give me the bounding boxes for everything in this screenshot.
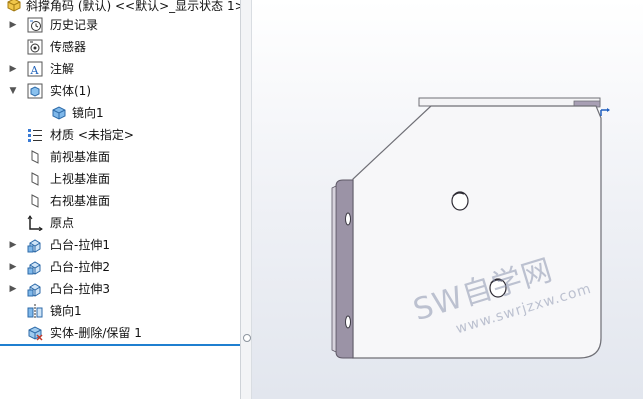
plane-icon bbox=[27, 171, 43, 187]
tree-item-body-mirror1[interactable]: 镜向1 bbox=[0, 102, 240, 124]
plane-icon bbox=[27, 149, 43, 165]
rollback-bar[interactable] bbox=[0, 344, 240, 346]
tree-item-label: 实体(1) bbox=[50, 84, 91, 98]
tree-item-annotations[interactable]: ▶ A 注解 bbox=[0, 58, 240, 80]
tree-item-label: 实体-删除/保留 1 bbox=[50, 326, 142, 340]
collapse-arrow-icon[interactable]: ▼ bbox=[8, 80, 18, 102]
solid-body-icon bbox=[51, 105, 67, 121]
tree-item-top-plane[interactable]: 上视基准面 bbox=[0, 168, 240, 190]
graphics-viewport[interactable]: SW自学网 www.swrjzxw.com bbox=[252, 0, 643, 399]
extrude-boss-icon bbox=[27, 281, 43, 297]
flange-hole-lower bbox=[345, 315, 351, 329]
tree-item-body-delete-keep[interactable]: 实体-删除/保留 1 bbox=[0, 322, 240, 344]
splitter-grip-icon[interactable] bbox=[243, 334, 251, 342]
tree-item-label: 凸台-拉伸3 bbox=[50, 282, 110, 296]
body-delete-keep-icon bbox=[27, 325, 43, 341]
tree-item-boss-extrude3[interactable]: ▶ 凸台-拉伸3 bbox=[0, 278, 240, 300]
solid-bodies-folder-icon bbox=[27, 83, 43, 99]
tree-item-history[interactable]: ▶ 历史记录 bbox=[0, 14, 240, 36]
tree-item-label: 上视基准面 bbox=[50, 172, 111, 186]
flange-hole-upper bbox=[345, 212, 351, 226]
feature-manager-tree: 斜撑角码 (默认) <<默认>_显示状态 1> ▶ 历史记录 传感器 ▶ A 注… bbox=[0, 0, 240, 399]
left-flange-face bbox=[331, 185, 337, 353]
left-flange bbox=[335, 179, 354, 359]
tree-item-label: 凸台-拉伸1 bbox=[50, 238, 110, 252]
tree-item-label: 镜向1 bbox=[50, 304, 82, 318]
part-icon bbox=[6, 0, 22, 13]
expand-arrow-icon[interactable]: ▶ bbox=[8, 256, 18, 278]
tree-item-solid-bodies[interactable]: ▼ 实体(1) bbox=[0, 80, 240, 102]
mirror-feature-icon bbox=[27, 303, 43, 319]
extrude-boss-icon bbox=[27, 237, 43, 253]
tree-item-origin[interactable]: 原点 bbox=[0, 212, 240, 234]
tree-item-boss-extrude1[interactable]: ▶ 凸台-拉伸1 bbox=[0, 234, 240, 256]
extrude-boss-icon bbox=[27, 259, 43, 275]
sensor-icon bbox=[27, 39, 43, 55]
tree-item-label: 镜向1 bbox=[72, 106, 104, 120]
annotation-icon: A bbox=[27, 61, 43, 77]
tree-item-label: 注解 bbox=[50, 62, 75, 76]
origin-icon bbox=[27, 215, 43, 232]
tree-item-label: 材质 <未指定> bbox=[50, 128, 134, 142]
tree-item-label: 原点 bbox=[50, 216, 75, 230]
tree-item-label: 前视基准面 bbox=[50, 150, 111, 164]
tree-item-label: 传感器 bbox=[50, 40, 87, 54]
tree-item-label: 凸台-拉伸2 bbox=[50, 260, 110, 274]
tree-item-material[interactable]: 材质 <未指定> bbox=[0, 124, 240, 146]
expand-arrow-icon[interactable]: ▶ bbox=[8, 234, 18, 256]
svg-text:A: A bbox=[30, 64, 40, 77]
expand-arrow-icon[interactable]: ▶ bbox=[8, 58, 18, 80]
expand-arrow-icon[interactable]: ▶ bbox=[8, 278, 18, 300]
tree-item-front-plane[interactable]: 前视基准面 bbox=[0, 146, 240, 168]
history-icon bbox=[27, 17, 43, 33]
tree-item-right-plane[interactable]: 右视基准面 bbox=[0, 190, 240, 212]
part-model bbox=[331, 97, 610, 359]
tree-item-label: 右视基准面 bbox=[50, 194, 111, 208]
tree-item-mirror1[interactable]: 镜向1 bbox=[0, 300, 240, 322]
tree-item-sensors[interactable]: 传感器 bbox=[0, 36, 240, 58]
panel-splitter[interactable] bbox=[240, 0, 252, 399]
tree-item-label: 历史记录 bbox=[50, 18, 99, 32]
top-flange bbox=[418, 97, 601, 107]
tree-item-boss-extrude2[interactable]: ▶ 凸台-拉伸2 bbox=[0, 256, 240, 278]
plane-icon bbox=[27, 193, 43, 209]
expand-arrow-icon[interactable]: ▶ bbox=[8, 14, 18, 36]
material-icon bbox=[27, 127, 43, 143]
